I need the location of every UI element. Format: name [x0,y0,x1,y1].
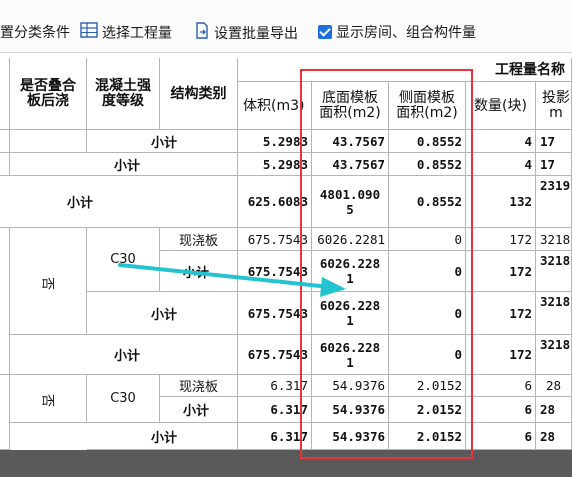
table-cell [10,130,87,153]
header-structure-type[interactable]: 结构类别 [160,58,238,130]
volume-cell[interactable]: 5.2983 [238,130,312,153]
projection-cell[interactable]: 3218 [536,292,572,335]
row-stub [0,375,10,450]
header-left-stub [0,58,10,130]
count-cell[interactable]: 172 [466,228,536,251]
side-formwork-cell[interactable]: 0 [389,292,466,335]
export-icon [194,22,210,46]
count-cell[interactable]: 172 [466,292,536,335]
volume-cell[interactable]: 6.317 [238,375,312,397]
subtotal-label: 小计 [10,335,238,375]
volume-cell[interactable]: 6.317 [238,397,312,423]
bottom-formwork-cell[interactable]: 43.7567 [312,130,389,153]
quantity-group-label: 工程量名称 [495,61,565,78]
subtotal-label: 小计 [160,251,238,292]
volume-cell[interactable]: 6.317 [238,423,312,450]
header-count[interactable]: 数量(块) [466,82,536,130]
subtotal-label: 小计 [87,423,238,450]
header-projection[interactable]: 投影 m [536,82,572,130]
projection-cell[interactable]: 28 [536,375,572,397]
select-quantity-button[interactable]: 选择工程量 [80,22,172,44]
side-formwork-cell[interactable]: 0 [389,335,466,375]
concrete-grade-cell: C30 [87,375,160,423]
quantity-table: 是否叠合 板后浇 混凝土强 度等级 结构类别 工程量名称 体积(m3) 底面模板… [0,58,572,450]
count-cell[interactable]: 132 [466,176,536,228]
header-concrete-grade[interactable]: 混凝土强 度等级 [87,58,160,130]
status-bar [0,450,572,477]
count-cell[interactable]: 6 [466,423,536,450]
count-cell[interactable]: 172 [466,251,536,292]
count-cell[interactable]: 4 [466,130,536,153]
bottom-formwork-cell[interactable]: 54.9376 [312,423,389,450]
side-formwork-cell[interactable]: 0 [389,251,466,292]
show-room-component-label: 显示房间、组合构件量 [336,25,476,41]
volume-cell[interactable]: 5.2983 [238,153,312,176]
set-classify-condition-button[interactable]: 置分类条件 [0,22,70,44]
bottom-formwork-cell[interactable]: 43.7567 [312,153,389,176]
select-quantity-label: 选择工程量 [102,25,172,42]
bottom-formwork-cell[interactable]: 6026.228 1 [312,251,389,292]
side-formwork-cell[interactable]: 2.0152 [389,375,466,397]
row-stub [0,228,10,375]
composite-slab-cell: 否 [10,375,87,423]
bottom-formwork-cell[interactable]: 54.9376 [312,375,389,397]
volume-cell[interactable]: 625.6083 [238,176,312,228]
side-formwork-cell[interactable]: 0 [389,228,466,251]
header-bottom-formwork[interactable]: 底面模板 面积(m2) [312,82,389,130]
volume-cell[interactable]: 675.7543 [238,335,312,375]
count-cell[interactable]: 6 [466,375,536,397]
projection-cell[interactable]: 3218 [536,251,572,292]
show-room-component-checkbox[interactable]: 显示房间、组合构件量 [318,22,476,44]
volume-cell[interactable]: 675.7543 [238,251,312,292]
count-cell[interactable]: 172 [466,335,536,375]
header-is-composite-slab[interactable]: 是否叠合 板后浇 [10,58,87,130]
concrete-grade-cell: C30 [87,228,160,292]
subtotal-label: 小计 [0,176,238,228]
composite-slab-value: 否 [41,391,55,406]
side-formwork-cell[interactable]: 2.0152 [389,423,466,450]
toolbar: 置分类条件 选择工程量 设置批量导出 显示房间、组合构件量 [0,0,572,53]
bottom-formwork-cell[interactable]: 6026.228 1 [312,335,389,375]
header-quantity-group: 工程量名称 [238,58,572,82]
projection-cell[interactable]: 3218 [536,228,572,251]
volume-cell[interactable]: 675.7543 [238,292,312,335]
subtotal-label: 小计 [10,153,238,176]
projection-cell[interactable]: 2319 [536,176,572,228]
composite-slab-value: 否 [41,273,55,289]
bottom-formwork-cell[interactable]: 4801.090 5 [312,176,389,228]
composite-slab-cell: 否 [10,228,87,335]
bottom-formwork-cell[interactable]: 6026.2281 [312,228,389,251]
side-formwork-cell[interactable]: 2.0152 [389,397,466,423]
checkbox-checked-icon[interactable] [318,25,332,39]
side-formwork-cell[interactable]: 0.8552 [389,130,466,153]
row-stub [0,153,10,176]
side-formwork-cell[interactable]: 0.8552 [389,153,466,176]
projection-cell[interactable]: 28 [536,423,572,450]
count-cell[interactable]: 6 [466,397,536,423]
bottom-formwork-cell[interactable]: 54.9376 [312,397,389,423]
header-volume[interactable]: 体积(m3) [238,82,312,130]
structure-type-cell: 现浇板 [160,228,238,251]
table-select-icon [80,22,98,45]
subtotal-label: 小计 [87,130,238,153]
volume-cell[interactable]: 675.7543 [238,228,312,251]
header-side-formwork[interactable]: 侧面模板 面积(m2) [389,82,466,130]
projection-cell[interactable]: 3218 [536,335,572,375]
projection-cell[interactable]: 17 [536,130,572,153]
row-stub [0,130,10,153]
subtotal-label: 小计 [160,397,238,423]
batch-export-label: 设置批量导出 [214,26,298,42]
count-cell[interactable]: 4 [466,153,536,176]
side-formwork-cell[interactable]: 0.8552 [389,176,466,228]
bottom-formwork-cell[interactable]: 6026.228 1 [312,292,389,335]
batch-export-button[interactable]: 设置批量导出 [194,22,298,44]
subtotal-label: 小计 [87,292,238,335]
set-classify-condition-label: 置分类条件 [0,25,70,41]
projection-cell[interactable]: 28 [536,397,572,423]
projection-cell[interactable]: 17 [536,153,572,176]
structure-type-cell: 现浇板 [160,375,238,397]
